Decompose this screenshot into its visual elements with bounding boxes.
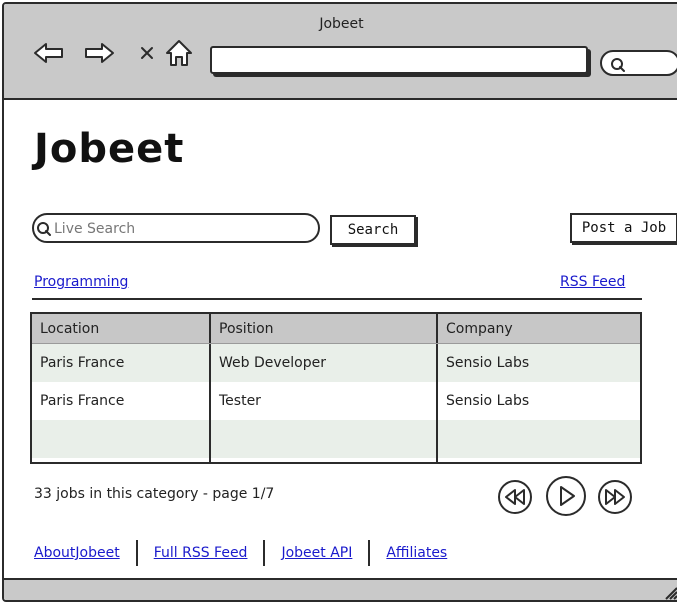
table-row[interactable]: Paris France Web Developer Sensio Labs [32,344,640,382]
column-header-location: Location [32,314,211,343]
footer-separator [263,540,266,566]
left-arrow-icon [34,43,63,63]
home-button[interactable] [162,40,196,66]
footer-link-affiliates[interactable]: Affiliates [386,545,447,561]
search-button[interactable]: Search [330,215,416,245]
cell-location: Paris France [32,344,211,382]
cell-company [438,420,640,458]
cell-location [32,420,211,458]
cell-location [32,458,211,462]
next-page-button[interactable] [546,476,586,516]
footer-link-api[interactable]: Jobeet API [281,545,352,561]
stop-button[interactable] [130,40,164,66]
fast-forward-icon [605,489,625,505]
search-icon [611,58,625,72]
jobs-table: Location Position Company Paris France W… [30,312,642,464]
site-logo[interactable]: Jobeet [34,126,184,172]
right-arrow-icon [85,43,114,63]
rewind-icon [505,489,525,505]
window-title: Jobeet [319,16,364,32]
category-link[interactable]: Programming [34,274,128,290]
footer-links: AboutJobeet Full RSS Feed Jobeet API Aff… [34,540,447,566]
column-header-position: Position [211,314,438,343]
post-job-button[interactable]: Post a Job [570,213,677,243]
back-button[interactable] [32,40,66,66]
cell-position [211,420,438,458]
play-icon [560,486,575,506]
address-bar[interactable] [210,46,588,74]
cell-location: Paris France [32,382,211,420]
status-bar [4,578,677,600]
home-icon [166,40,192,66]
browser-toolbar: Jobeet [4,4,677,100]
browser-window: Jobeet Jobeet Live Search Search Post a … [2,2,677,602]
divider [32,298,642,300]
cell-position: Tester [211,382,438,420]
footer-link-full-rss[interactable]: Full RSS Feed [154,545,248,561]
footer-link-about[interactable]: AboutJobeet [34,545,120,561]
cell-company [438,458,640,462]
last-page-button[interactable] [598,480,632,514]
table-header: Location Position Company [32,314,640,344]
cell-position [211,458,438,462]
cell-position: Web Developer [211,344,438,382]
table-row[interactable]: Paris France Tester Sensio Labs [32,382,640,420]
live-search-field[interactable] [32,213,320,243]
results-summary: 33 jobs in this category - page 1/7 [34,486,275,502]
search-icon [37,222,51,236]
live-search-input[interactable] [54,218,314,240]
close-icon [141,47,153,59]
footer-separator [368,540,371,566]
cell-company: Sensio Labs [446,355,530,371]
table-row [32,458,640,462]
cell-company: Sensio Labs [446,393,530,409]
page-content: Jobeet Search Post a Job Programming RSS… [4,102,677,576]
first-page-button[interactable] [498,480,532,514]
column-header-company: Company [446,320,513,337]
browser-search-box[interactable] [600,50,677,76]
table-row [32,420,640,458]
resize-grip-icon[interactable] [664,586,677,600]
footer-separator [135,540,138,566]
forward-button[interactable] [82,40,116,66]
rss-feed-link[interactable]: RSS Feed [560,274,625,290]
